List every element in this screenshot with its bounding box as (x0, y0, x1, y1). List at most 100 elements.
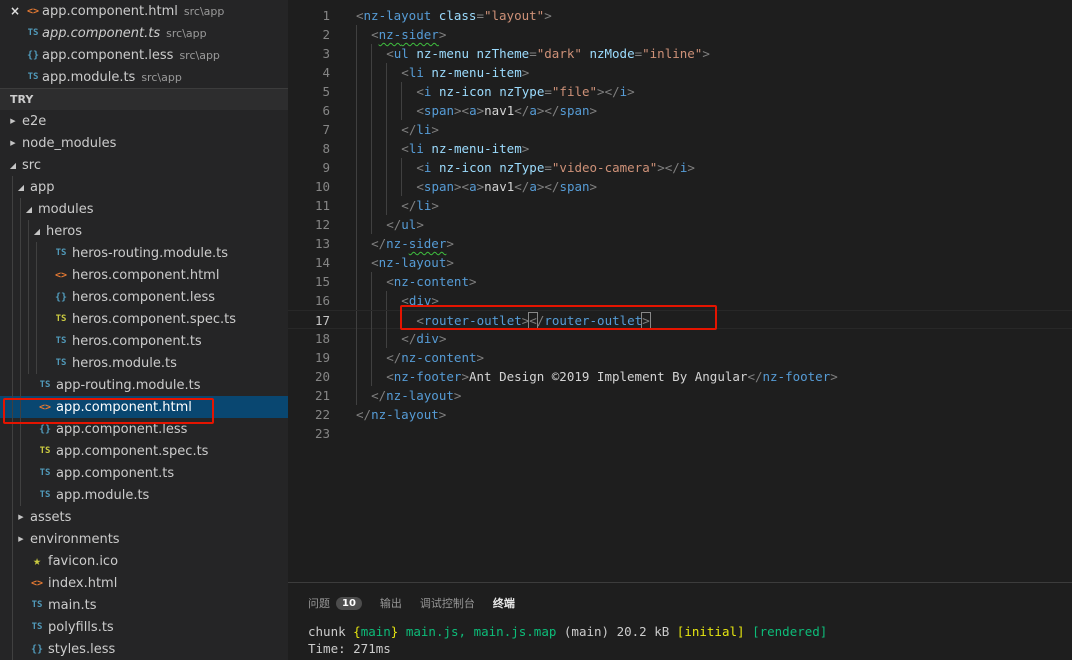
tree-item-label: node_modules (22, 135, 117, 151)
indent-guide (20, 462, 21, 484)
tree-file[interactable]: {} styles.less (0, 638, 288, 660)
indent-guide (371, 348, 373, 367)
indent-guide (356, 234, 357, 253)
indent-guide (371, 215, 373, 234)
terminal-output[interactable]: chunk {main} main.js, main.js.map (main)… (288, 623, 1072, 657)
code-line[interactable]: 14 <nz-layout> (288, 253, 1072, 272)
indent-guide (371, 120, 373, 139)
terminal-segment (398, 624, 406, 639)
code-line[interactable]: 9 <i nz-icon nzType="video-camera"></i> (288, 158, 1072, 177)
open-editor-item[interactable]: TS app.module.ts src\app (0, 66, 288, 88)
code-token: </ (747, 369, 763, 384)
explorer-section-header[interactable]: TRY (0, 88, 288, 110)
code-line[interactable]: 5 <i nz-icon nzType="file"></i> (288, 82, 1072, 101)
code-token: nav1 (484, 179, 515, 194)
code-line[interactable]: 23 (288, 424, 1072, 443)
tree-folder[interactable]: ◢ modules (0, 198, 288, 220)
code-token: > (438, 27, 447, 42)
code-line[interactable]: 4 <li nz-menu-item> (288, 63, 1072, 82)
line-number: 13 (314, 236, 330, 251)
code-token: < (401, 65, 409, 80)
tree-file[interactable]: TS polyfills.ts (0, 616, 288, 638)
close-icon[interactable]: × (8, 4, 22, 18)
tree-file[interactable]: TS heros-routing.module.ts (0, 242, 288, 264)
indent-guide (371, 101, 373, 120)
tree-file[interactable]: <> app.component.html (0, 396, 288, 418)
panel-tab[interactable]: 问题 10 (308, 595, 362, 611)
code-line[interactable]: 3 <ul nz-menu nzTheme="dark" nzMode="inli… (288, 44, 1072, 63)
tree-folder[interactable]: ▶ e2e (0, 110, 288, 132)
tree-folder[interactable]: ◢ heros (0, 220, 288, 242)
tree-file[interactable]: ★ favicon.ico (0, 550, 288, 572)
indent-guide (28, 264, 29, 286)
tree-folder[interactable]: ◢ src (0, 154, 288, 176)
open-editor-name: app.component.html (42, 3, 178, 19)
code-line[interactable]: 12 </ul> (288, 215, 1072, 234)
code-line[interactable]: 6 <span><a>nav1</a></span> (288, 101, 1072, 120)
tree-file[interactable]: <> heros.component.html (0, 264, 288, 286)
code-line[interactable]: 8 <li nz-menu-item> (288, 139, 1072, 158)
indent-guide (401, 311, 403, 330)
code-line[interactable]: 21 </nz-layout> (288, 386, 1072, 405)
open-editor-path: src\app (179, 48, 220, 62)
indent-guide (20, 198, 21, 220)
tree-file[interactable]: TS app.component.spec.ts (0, 440, 288, 462)
code-line[interactable]: 22 </nz-layout> (288, 405, 1072, 424)
tree-file[interactable]: TS app.component.ts (0, 462, 288, 484)
code-token: nz-layout (378, 255, 447, 270)
open-editor-item[interactable]: {} app.component.less src\app (0, 44, 288, 66)
code-token: span (423, 103, 455, 118)
indent-guide (36, 286, 37, 308)
tree-file[interactable]: TS heros.module.ts (0, 352, 288, 374)
indent-guide (356, 386, 357, 405)
tree-file[interactable]: TS main.ts (0, 594, 288, 616)
code-line[interactable]: 16 <div> (288, 291, 1072, 310)
code-token: > (589, 179, 598, 194)
indent-guide (356, 367, 357, 386)
code-token: "video-camera" (551, 160, 658, 175)
code-line[interactable]: 7 </li> (288, 120, 1072, 139)
code-token: nz-content (401, 350, 477, 365)
chevron-right-icon: ▶ (18, 513, 24, 521)
code-token: > (438, 331, 447, 346)
tree-folder[interactable]: ▶ assets (0, 506, 288, 528)
panel-tab[interactable]: 终端 (493, 595, 515, 611)
code-line[interactable]: 2 <nz-sider> (288, 25, 1072, 44)
tree-folder[interactable]: ▶ node_modules (0, 132, 288, 154)
code-line[interactable]: 20 <nz-footer>Ant Design ©2019 Implement … (288, 367, 1072, 386)
code-line[interactable]: 1 <nz-layout class="layout"> (288, 6, 1072, 25)
code-line[interactable]: 18 </div> (288, 329, 1072, 348)
code-line[interactable]: 11 </li> (288, 196, 1072, 215)
code-line[interactable]: 10 <span><a>nav1</a></span> (288, 177, 1072, 196)
open-editor-item[interactable]: × <> app.component.html src\app (0, 0, 288, 22)
tree-file[interactable]: TS heros.component.ts (0, 330, 288, 352)
tree-folder[interactable]: ◢ app (0, 176, 288, 198)
tree-file[interactable]: <> index.html (0, 572, 288, 594)
tree-item-label: app.module.ts (56, 487, 150, 503)
panel-tab[interactable]: 输出 (380, 595, 402, 611)
code-line[interactable]: 15 <nz-content> (288, 272, 1072, 291)
tree-file[interactable]: TS heros.component.spec.ts (0, 308, 288, 330)
terminal-segment: [initial] (676, 624, 745, 639)
tree-folder[interactable]: ▶ environments (0, 528, 288, 550)
tree-file[interactable]: {} heros.component.less (0, 286, 288, 308)
code-content: <router-outlet></router-outlet> (416, 311, 651, 330)
tree-file[interactable]: TS app.module.ts (0, 484, 288, 506)
code-token: nz-menu-item (431, 65, 522, 80)
code-content: </nz-layout> (371, 386, 461, 405)
open-editor-item[interactable]: TS app.component.ts src\app (0, 22, 288, 44)
code-token: ul (401, 217, 417, 232)
code-line[interactable]: 19 </nz-content> (288, 348, 1072, 367)
code-line[interactable]: 17 <router-outlet></router-outlet> (288, 310, 1072, 330)
tree-file[interactable]: {} app.component.less (0, 418, 288, 440)
terminal-segment: main (360, 624, 391, 639)
panel-tab[interactable]: 调试控制台 (420, 595, 475, 611)
tree-item-label: heros.component.spec.ts (72, 311, 237, 327)
code-content: <span><a>nav1</a></span> (416, 177, 597, 196)
tree-item-label: heros.component.ts (72, 333, 202, 349)
tree-file[interactable]: TS app-routing.module.ts (0, 374, 288, 396)
indent-guide (12, 198, 13, 220)
code-line[interactable]: 13 </nz-sider> (288, 234, 1072, 253)
indent-guide (371, 291, 373, 310)
code-editor[interactable]: 1 <nz-layout class="layout"> 2 <nz-sider> 3 <… (288, 0, 1072, 582)
